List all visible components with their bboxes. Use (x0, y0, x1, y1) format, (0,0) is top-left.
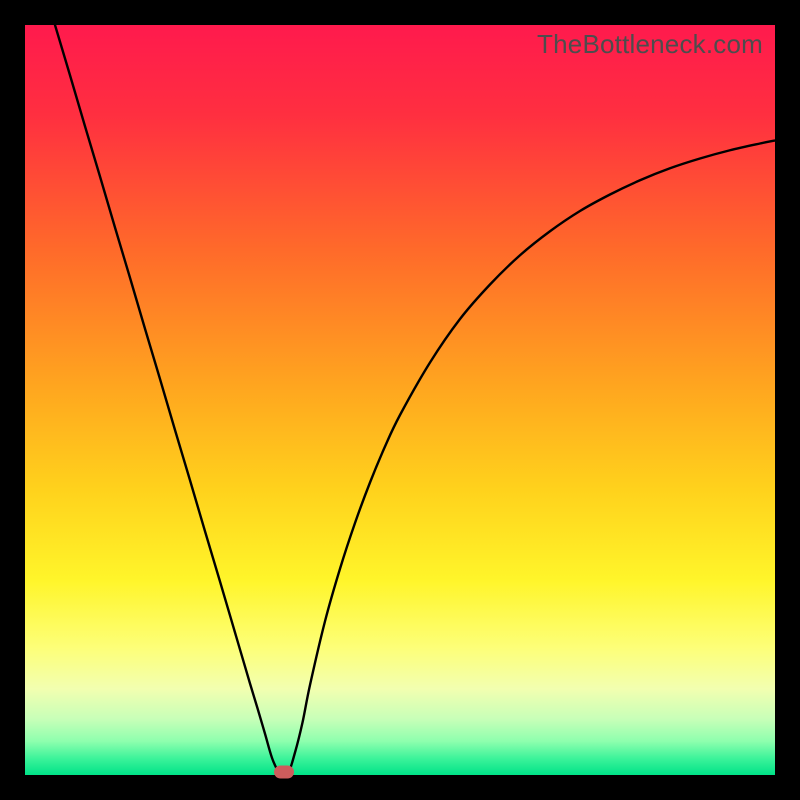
optimal-point-marker (274, 766, 294, 779)
gradient-background (25, 25, 775, 775)
bottleneck-chart (25, 25, 775, 775)
chart-frame: TheBottleneck.com (25, 25, 775, 775)
watermark-text: TheBottleneck.com (537, 29, 763, 60)
